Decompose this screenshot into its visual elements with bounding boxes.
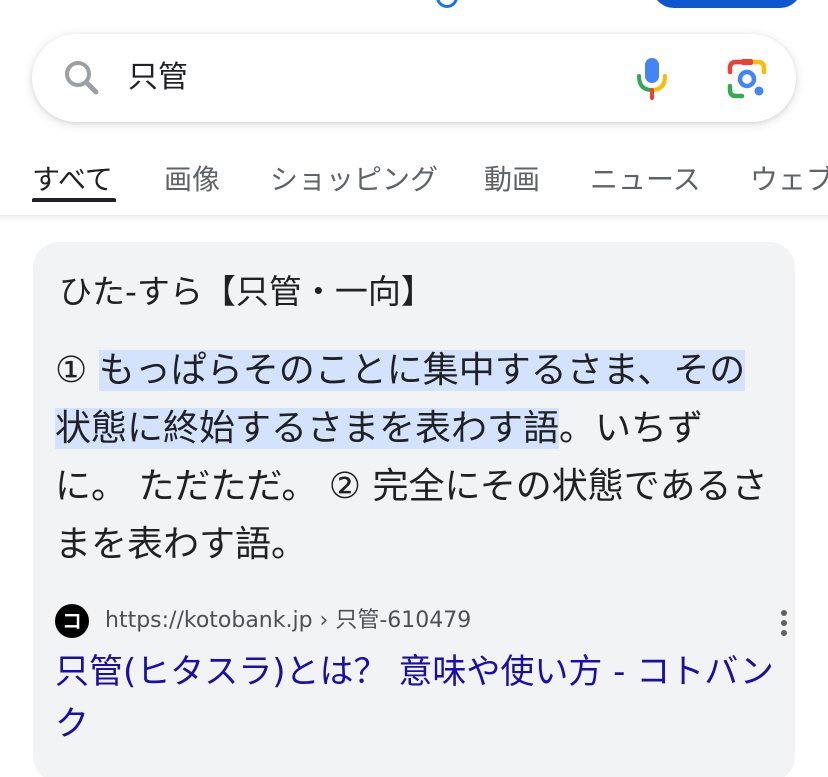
sign-in-button[interactable] <box>652 0 802 8</box>
tab-shopping[interactable]: ショッピング <box>270 160 438 200</box>
tab-images[interactable]: 画像 <box>164 160 220 200</box>
account-indicator-icon[interactable] <box>436 0 458 8</box>
entry-heading: ひた-すら【只管・一向】 <box>59 272 434 311</box>
tab-all[interactable]: すべて <box>32 160 113 200</box>
search-bar[interactable]: 只管 <box>32 34 796 122</box>
tab-videos[interactable]: 動画 <box>484 160 540 200</box>
definition-text: ① もっぱらそのことに集中するさま、その状態に終始するさまを表わす語。いちずに。… <box>55 342 775 574</box>
tab-web[interactable]: ウェブ <box>750 160 828 200</box>
dictionary-result-card: ひた-すら【只管・一向】 ① もっぱらそのことに集中するさま、その状態に終始する… <box>33 242 795 777</box>
search-results-page: 只管 すべて 画像 ショッピング 動画 ニュース ウェブ ひた-すら【只管・一向… <box>0 0 828 777</box>
source-row: コ https://kotobank.jp › 只管-610479 <box>55 604 787 640</box>
search-icon[interactable] <box>58 54 106 102</box>
microphone-icon[interactable] <box>630 54 674 102</box>
result-title-link[interactable]: 只管(ヒタスラ)とは？ 意味や使い方 - コトバンク <box>55 646 775 750</box>
search-input[interactable]: 只管 <box>128 56 188 100</box>
search-tabs: すべて 画像 ショッピング 動画 ニュース ウェブ <box>0 150 828 216</box>
more-options-icon[interactable] <box>771 606 795 640</box>
definition-marker: ① <box>55 350 99 391</box>
source-url[interactable]: https://kotobank.jp › 只管-610479 <box>105 604 471 638</box>
google-lens-icon[interactable] <box>724 56 770 102</box>
tabs-divider <box>0 216 828 222</box>
active-tab-indicator <box>32 198 116 202</box>
kotobank-favicon-icon: コ <box>55 604 89 638</box>
tab-news[interactable]: ニュース <box>590 160 701 200</box>
